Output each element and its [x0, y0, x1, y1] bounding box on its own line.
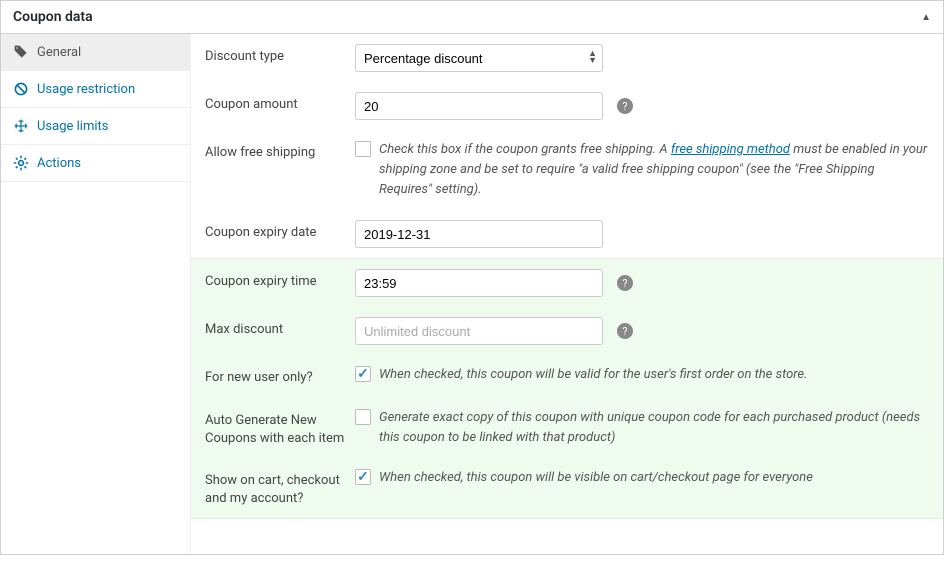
panel-header: Coupon data ▲: [1, 1, 943, 34]
tab-usage-restriction[interactable]: Usage restriction: [1, 71, 190, 108]
show-on-cart-checkbox[interactable]: [355, 469, 371, 485]
free-shipping-label: Allow free shipping: [205, 140, 355, 162]
coupon-amount-input[interactable]: [355, 92, 603, 120]
field-show-on-cart: Show on cart, checkout and my account? W…: [191, 458, 943, 518]
max-discount-label: Max discount: [205, 317, 355, 339]
tag-icon: [13, 44, 29, 60]
coupon-amount-label: Coupon amount: [205, 92, 355, 114]
expiry-time-label: Coupon expiry time: [205, 269, 355, 291]
new-user-checkbox[interactable]: [355, 366, 371, 382]
panel-title: Coupon data: [13, 9, 93, 25]
help-icon[interactable]: ?: [617, 323, 633, 339]
content: Discount type Percentage discount ▲▼ Cou…: [191, 34, 943, 554]
new-user-label: For new user only?: [205, 365, 355, 387]
show-on-cart-label: Show on cart, checkout and my account?: [205, 468, 355, 508]
field-new-user: For new user only? When checked, this co…: [191, 355, 943, 397]
field-coupon-amount: Coupon amount ?: [191, 82, 943, 130]
tab-label: Usage limits: [37, 119, 108, 134]
ban-icon: [13, 81, 29, 97]
auto-generate-desc: Generate exact copy of this coupon with …: [379, 408, 929, 448]
free-shipping-desc: Check this box if the coupon grants free…: [379, 140, 929, 200]
auto-generate-checkbox[interactable]: [355, 409, 371, 425]
free-shipping-link[interactable]: free shipping method: [671, 142, 790, 157]
auto-generate-label: Auto Generate New Coupons with each item: [205, 408, 355, 448]
coupon-data-panel: Coupon data ▲ General Usage restriction …: [0, 0, 944, 555]
section-general: Discount type Percentage discount ▲▼ Cou…: [191, 34, 943, 258]
tab-actions[interactable]: Actions: [1, 145, 190, 182]
tab-general[interactable]: General: [1, 34, 190, 71]
field-expiry-time: Coupon expiry time ?: [191, 259, 943, 307]
sidebar: General Usage restriction Usage limits A…: [1, 34, 191, 554]
expiry-time-input[interactable]: [355, 269, 603, 297]
expiry-date-label: Coupon expiry date: [205, 220, 355, 242]
expiry-date-input[interactable]: [355, 220, 603, 248]
discount-type-label: Discount type: [205, 44, 355, 66]
discount-type-select[interactable]: Percentage discount: [355, 44, 603, 72]
field-max-discount: Max discount ?: [191, 307, 943, 355]
panel-body: General Usage restriction Usage limits A…: [1, 34, 943, 554]
limits-icon: [13, 118, 29, 134]
field-auto-generate: Auto Generate New Coupons with each item…: [191, 398, 943, 458]
max-discount-input[interactable]: [355, 317, 603, 345]
field-discount-type: Discount type Percentage discount ▲▼: [191, 34, 943, 82]
field-free-shipping: Allow free shipping Check this box if th…: [191, 130, 943, 210]
help-icon[interactable]: ?: [617, 275, 633, 291]
gear-icon: [13, 155, 29, 171]
field-expiry-date: Coupon expiry date: [191, 210, 943, 258]
collapse-toggle-icon[interactable]: ▲: [921, 12, 931, 23]
help-icon[interactable]: ?: [617, 98, 633, 114]
tab-usage-limits[interactable]: Usage limits: [1, 108, 190, 145]
new-user-desc: When checked, this coupon will be valid …: [379, 365, 807, 385]
section-extended: Coupon expiry time ? Max discount ? For …: [191, 258, 943, 519]
tab-label: Usage restriction: [37, 82, 135, 97]
tab-label: General: [37, 45, 81, 60]
show-on-cart-desc: When checked, this coupon will be visibl…: [379, 468, 813, 488]
tab-label: Actions: [37, 156, 81, 171]
free-shipping-checkbox[interactable]: [355, 141, 371, 157]
